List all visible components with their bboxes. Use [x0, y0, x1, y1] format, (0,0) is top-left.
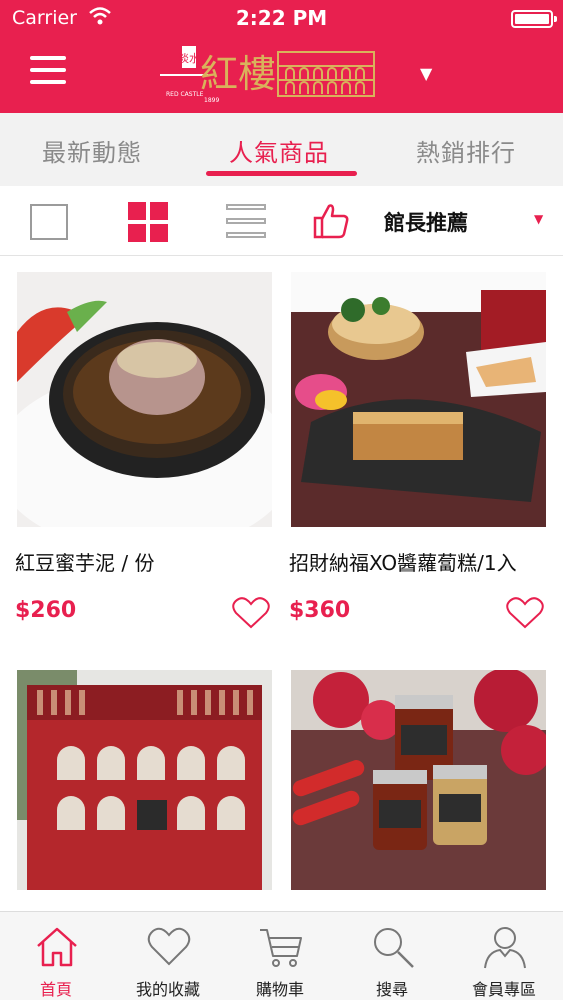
logo-small-text: 淡水 — [178, 52, 200, 65]
grid-view-icon[interactable] — [128, 202, 168, 242]
product-image[interactable] — [291, 272, 546, 527]
thumbs-up-icon[interactable] — [312, 202, 350, 244]
tab-bestseller[interactable]: 熱銷排行 — [416, 133, 516, 168]
product-price: $260 — [15, 598, 77, 623]
single-view-icon[interactable] — [30, 204, 68, 240]
nav-member[interactable]: 會員專區 — [448, 912, 560, 1000]
product-image[interactable] — [17, 670, 272, 890]
view-toolbar: 館長推薦 ▼ — [0, 186, 563, 256]
product-price: $360 — [289, 598, 351, 623]
bottom-tab-bar: 首頁 我的收藏 購物車 搜尋 會員專區 — [0, 911, 563, 1000]
list-view-icon[interactable] — [226, 204, 266, 240]
nav-home[interactable]: 首頁 — [0, 912, 112, 1000]
tab-latest[interactable]: 最新動態 — [42, 133, 142, 168]
heart-icon — [147, 927, 191, 966]
favorite-heart-icon[interactable] — [505, 596, 545, 634]
product-image[interactable] — [291, 670, 546, 890]
logo-main-text: 紅樓 — [200, 52, 276, 96]
brand-logo[interactable]: 淡水 紅樓 RED CASTLE 1899 — [160, 44, 378, 104]
clock: 2:22 PM — [235, 6, 328, 30]
cart-icon — [260, 929, 302, 967]
home-icon — [37, 927, 77, 967]
status-bar: Carrier 2:22 PM — [0, 0, 563, 36]
menu-button[interactable] — [30, 56, 66, 86]
nav-label: 我的收藏 — [135, 980, 200, 999]
nav-label: 首頁 — [39, 980, 72, 999]
battery-icon — [511, 10, 557, 28]
logo-en-text: RED CASTLE — [166, 91, 204, 98]
nav-search[interactable]: 搜尋 — [336, 912, 448, 1000]
user-icon — [484, 927, 526, 969]
search-icon — [374, 928, 414, 968]
nav-favorites[interactable]: 我的收藏 — [112, 912, 224, 1000]
logo-dropdown-icon[interactable]: ▼ — [420, 64, 432, 83]
nav-label: 會員專區 — [471, 980, 536, 999]
nav-cart[interactable]: 購物車 — [224, 912, 336, 1000]
sort-dropdown-label[interactable]: 館長推薦 — [384, 207, 468, 237]
nav-label: 購物車 — [255, 980, 304, 999]
nav-label: 搜尋 — [375, 980, 408, 999]
active-tab-indicator — [206, 171, 357, 176]
tab-popular[interactable]: 人氣商品 — [229, 133, 329, 168]
product-name[interactable]: 紅豆蜜芋泥 / 份 — [15, 547, 154, 576]
app-header: Carrier 2:22 PM 淡水 紅樓 RED CASTLE 1899 ▼ — [0, 0, 563, 113]
product-image[interactable] — [17, 272, 272, 527]
logo-year-text: 1899 — [204, 97, 219, 104]
sort-dropdown-caret-icon[interactable]: ▼ — [534, 212, 543, 226]
favorite-heart-icon[interactable] — [231, 596, 271, 634]
product-name[interactable]: 招財納福XO醬蘿蔔糕/1入 — [289, 547, 517, 576]
